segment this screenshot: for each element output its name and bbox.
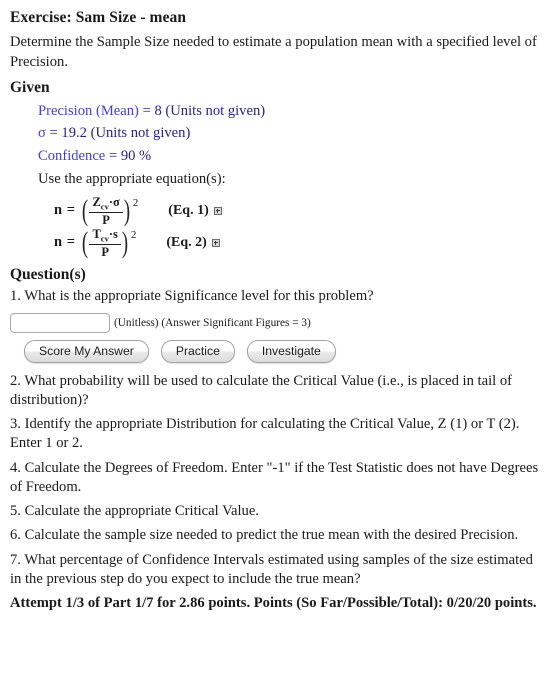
question-item-3: 3. Identify the appropriate Distribution… — [10, 416, 520, 452]
answer-input[interactable] — [10, 312, 110, 333]
equation-1-num-sub: cv — [100, 201, 109, 212]
question-item-1: 1. What is the appropriate Significance … — [10, 288, 374, 305]
equation-2-num-base: T — [92, 226, 101, 241]
score-my-answer-button[interactable]: Score My Answer — [24, 339, 149, 363]
equation-2-fraction: Tcv·s P — [89, 226, 121, 259]
answer-hint: (Unitless) (Answer Significant Figures =… — [114, 316, 311, 329]
practice-button[interactable]: Practice — [160, 339, 235, 363]
given-label-sigma: σ — [38, 125, 46, 142]
given-value-confidence: = 90 % — [108, 147, 152, 164]
equation-2-close-paren: ) — [121, 225, 128, 259]
question-item-7: 7. What percentage of Confidence Interva… — [10, 551, 533, 587]
expand-icon[interactable] — [211, 238, 220, 247]
investigate-button[interactable]: Investigate — [246, 339, 336, 363]
equation-1-row: n = ( Zcv·σ P ) 2 (Eq. 1) — [54, 195, 546, 227]
equation-1-denominator: P — [102, 212, 110, 227]
given-value-sigma: = 19.2 (Units not given) — [49, 125, 191, 142]
equation-2-denominator: P — [101, 244, 109, 259]
equation-2-numerator: Tcv·s — [89, 226, 121, 245]
equations-block: n = ( Zcv·σ P ) 2 (Eq. 1) n = ( Tcv·s P … — [10, 195, 546, 259]
question-item-5: 5. Calculate the appropriate Critical Va… — [10, 503, 259, 520]
given-label-confidence: Confidence — [38, 147, 106, 164]
equation-1-open-paren: ( — [82, 193, 89, 227]
exercise-page: Exercise: Sam Size - mean Determine the … — [0, 0, 556, 613]
given-heading: Given — [10, 78, 50, 96]
given-item-precision: Precision (Mean) = 8 (Units not given) — [38, 100, 546, 122]
equation-1-label: (Eq. 1) — [168, 202, 209, 218]
equation-2-exponent: 2 — [130, 228, 137, 241]
given-item-confidence: Confidence = 90 % — [38, 145, 546, 167]
question-item-2: 2. What probability will be used to calc… — [10, 372, 512, 408]
equation-2-lhs: n = — [54, 234, 76, 251]
exercise-description: Determine the Sample Size needed to esti… — [10, 34, 537, 70]
use-equations-text: Use the appropriate equation(s): — [38, 170, 226, 187]
equation-2-row: n = ( Tcv·s P ) 2 (Eq. 2) — [54, 227, 546, 259]
given-item-sigma: σ = 19.2 (Units not given) — [38, 122, 546, 144]
question-item-4: 4. Calculate the Degrees of Freedom. Ent… — [10, 459, 539, 495]
given-block: Precision (Mean) = 8 (Units not given) σ… — [10, 100, 546, 190]
given-label-precision: Precision (Mean) — [38, 103, 139, 120]
equation-1-numerator: Zcv·σ — [89, 194, 123, 213]
expand-icon[interactable] — [213, 206, 222, 215]
page-title: Exercise: Sam Size - mean — [10, 9, 187, 26]
question-item-6: 6. Calculate the sample size needed to p… — [10, 527, 519, 544]
action-button-row: Score My Answer Practice Investigate — [24, 339, 546, 363]
given-value-precision: = 8 (Units not given) — [142, 103, 266, 120]
equation-1-close-paren: ) — [123, 193, 130, 227]
equation-1-num-base: Z — [92, 194, 101, 209]
answer-row: (Unitless) (Answer Significant Figures =… — [10, 312, 546, 333]
questions-heading: Question(s) — [10, 265, 86, 283]
equation-2-label: (Eq. 2) — [166, 234, 207, 250]
equation-1-lhs: n = — [54, 202, 76, 219]
equation-1-exponent: 2 — [132, 196, 139, 209]
equation-1-num-rest: ·σ — [108, 194, 120, 209]
equation-2-num-sub: cv — [100, 233, 109, 244]
equation-2-open-paren: ( — [82, 225, 89, 259]
attempt-status-text: Attempt 1/3 of Part 1/7 for 2.86 points.… — [10, 595, 537, 612]
equation-1-fraction: Zcv·σ P — [89, 194, 123, 227]
equation-2-num-rest: ·s — [108, 226, 118, 241]
